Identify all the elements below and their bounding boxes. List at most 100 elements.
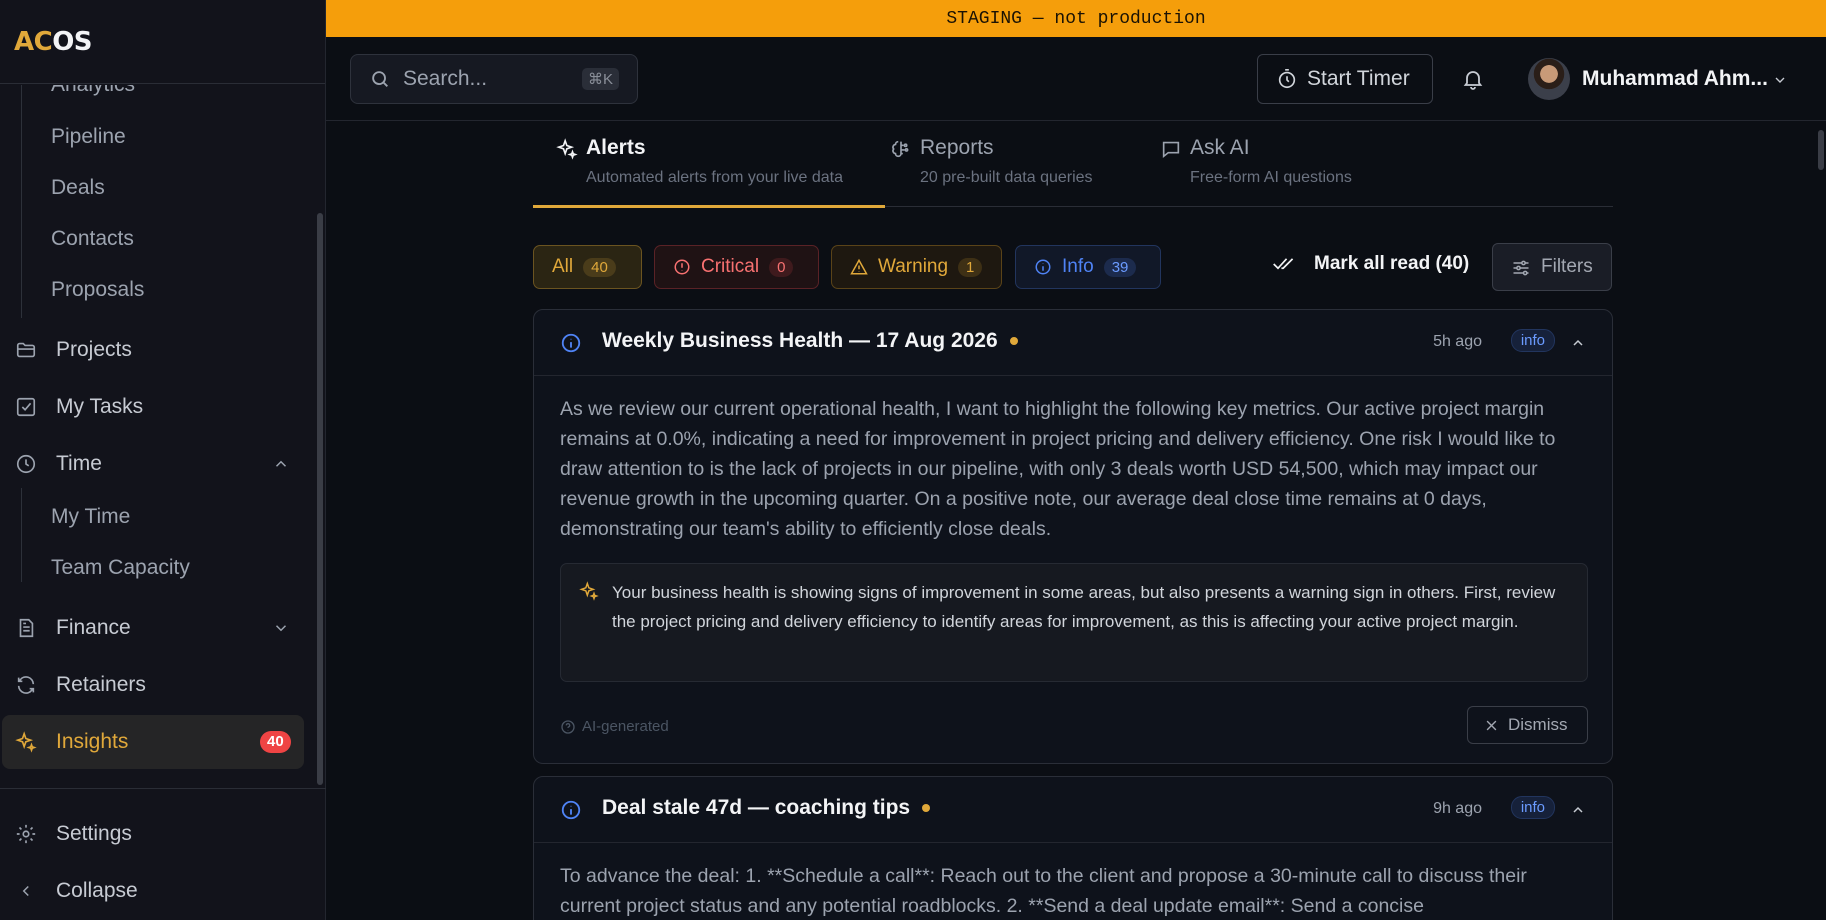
alert-title-text: Deal stale 47d — coaching tips bbox=[602, 796, 911, 819]
sparkle-icon bbox=[556, 138, 578, 160]
unread-dot bbox=[1009, 337, 1018, 346]
tab-title: Reports bbox=[920, 136, 994, 159]
filter-info-chip[interactable]: Info 39 bbox=[1015, 245, 1161, 289]
info-icon bbox=[1034, 258, 1052, 276]
staging-banner: STAGING — not production bbox=[326, 0, 1826, 37]
sidebar-item-insights[interactable]: Insights 40 bbox=[2, 715, 304, 769]
alert-circle-icon bbox=[673, 258, 691, 276]
chip-label: Critical bbox=[701, 256, 760, 277]
sidebar-footer: Settings Collapse bbox=[0, 788, 326, 920]
tab-reports[interactable]: Reports 20 pre-built data queries bbox=[867, 121, 1137, 207]
close-icon bbox=[1486, 720, 1497, 731]
chip-count: 0 bbox=[769, 257, 794, 277]
start-timer-button[interactable]: Start Timer bbox=[1257, 54, 1433, 104]
alert-time-ago: 9h ago bbox=[1433, 800, 1482, 817]
sidebar-item-label: Settings bbox=[56, 822, 132, 845]
chat-icon bbox=[1162, 141, 1180, 159]
sidebar-item-label: Collapse bbox=[56, 879, 138, 902]
tab-subtitle: Free-form AI questions bbox=[1190, 169, 1352, 186]
sidebar-item-time[interactable]: Time bbox=[0, 442, 316, 486]
ai-generated-label: AI-generated bbox=[582, 718, 669, 735]
tab-ask-ai[interactable]: Ask AI Free-form AI questions bbox=[1137, 121, 1397, 207]
collapse-sidebar-button[interactable]: Collapse bbox=[0, 869, 316, 913]
alert-level-badge: info bbox=[1510, 796, 1555, 819]
insights-count-badge: 40 bbox=[260, 731, 291, 753]
alert-body: As we review our current operational hea… bbox=[560, 398, 1556, 540]
alert-card-header[interactable]: Weekly Business Health — 17 Aug 2026 5h … bbox=[534, 310, 1612, 376]
alert-card: Weekly Business Health — 17 Aug 2026 5h … bbox=[533, 309, 1613, 764]
top-header: Search... ⌘K Start Timer Muhammad Ahm... bbox=[326, 37, 1826, 121]
app-logo[interactable]: AC OS bbox=[0, 0, 325, 84]
alert-card: Deal stale 47d — coaching tips 9h ago in… bbox=[533, 776, 1613, 920]
refresh-icon bbox=[14, 673, 38, 697]
dismiss-button[interactable]: Dismiss bbox=[1467, 706, 1588, 744]
sidebar-item-label: Retainers bbox=[56, 673, 146, 696]
search-icon bbox=[372, 71, 388, 87]
sidebar-subitem-deals[interactable]: Deals bbox=[51, 173, 105, 203]
alert-title-text: Weekly Business Health — 17 Aug 2026 bbox=[602, 329, 998, 352]
chevron-up-icon[interactable] bbox=[1570, 335, 1586, 351]
chip-label: Info bbox=[1062, 256, 1094, 277]
sidebar-subitem-analytics[interactable]: Analytics bbox=[51, 85, 135, 100]
document-icon bbox=[14, 616, 38, 640]
help-circle-icon bbox=[560, 719, 576, 735]
sparkle-icon bbox=[579, 581, 599, 601]
sidebar-subitem-pipeline[interactable]: Pipeline bbox=[51, 122, 126, 152]
alert-title: Deal stale 47d — coaching tips bbox=[602, 796, 931, 820]
sidebar-item-retainers[interactable]: Retainers bbox=[0, 663, 316, 707]
filter-all-chip[interactable]: All 40 bbox=[533, 245, 642, 289]
sidebar-item-finance[interactable]: Finance bbox=[0, 606, 316, 650]
info-icon bbox=[561, 800, 581, 820]
sidebar-item-label: Finance bbox=[56, 616, 131, 639]
alert-body: To advance the deal: 1. **Schedule a cal… bbox=[560, 865, 1527, 917]
avatar[interactable] bbox=[1528, 58, 1570, 100]
sidebar-item-label: Projects bbox=[56, 338, 132, 361]
user-name[interactable]: Muhammad Ahm... bbox=[1582, 67, 1768, 91]
submenu-guide-line bbox=[21, 488, 22, 582]
sidebar-item-projects[interactable]: Projects bbox=[0, 328, 316, 372]
mark-all-read-button[interactable]: Mark all read (40) bbox=[1272, 253, 1469, 275]
tab-subtitle: Automated alerts from your live data bbox=[586, 169, 844, 186]
chevron-down-icon[interactable] bbox=[1772, 72, 1788, 88]
sidebar-item-label: Insights bbox=[56, 730, 129, 753]
search-placeholder: Search... bbox=[403, 67, 488, 90]
chip-count: 40 bbox=[583, 257, 616, 277]
tab-alerts[interactable]: Alerts Automated alerts from your live d… bbox=[533, 121, 885, 208]
active-tab-indicator bbox=[533, 205, 885, 208]
sidebar-scrollbar-thumb[interactable] bbox=[317, 213, 323, 785]
ai-summary-box: Your business health is showing signs of… bbox=[560, 563, 1588, 682]
checkbox-icon bbox=[14, 395, 38, 419]
mark-all-read-label: Mark all read (40) bbox=[1314, 253, 1470, 274]
sidebar-item-label: My Tasks bbox=[56, 395, 144, 418]
notifications-bell-icon[interactable] bbox=[1461, 67, 1485, 91]
ai-generated-note: AI-generated bbox=[560, 718, 669, 735]
alert-level-badge: info bbox=[1510, 329, 1555, 352]
insights-tabs: Alerts Automated alerts from your live d… bbox=[533, 121, 1613, 208]
sidebar-subitem-my-time[interactable]: My Time bbox=[51, 502, 130, 532]
sidebar-subitem-proposals[interactable]: Proposals bbox=[51, 275, 144, 305]
search-input[interactable]: Search... ⌘K bbox=[350, 54, 638, 104]
alert-card-header[interactable]: Deal stale 47d — coaching tips 9h ago in… bbox=[534, 777, 1612, 843]
sidebar-item-my-tasks[interactable]: My Tasks bbox=[0, 385, 316, 429]
chevron-down-icon[interactable] bbox=[272, 619, 290, 637]
sidebar-subitem-team-capacity[interactable]: Team Capacity bbox=[51, 553, 190, 583]
sidebar-item-settings[interactable]: Settings bbox=[0, 812, 316, 856]
sidebar: ACOS Analytics Pipeline Deals Contacts P… bbox=[0, 0, 326, 920]
page-scrollbar-thumb[interactable] bbox=[1818, 130, 1824, 170]
chevron-left-icon bbox=[14, 879, 38, 903]
warning-triangle-icon bbox=[850, 258, 868, 276]
chevron-up-icon[interactable] bbox=[1570, 802, 1586, 818]
sidebar-subitem-contacts[interactable]: Contacts bbox=[51, 224, 134, 254]
tab-title: Alerts bbox=[586, 136, 646, 159]
sidebar-scrollbar[interactable] bbox=[316, 85, 324, 787]
tab-title: Ask AI bbox=[1190, 136, 1250, 159]
filters-button[interactable]: Filters bbox=[1492, 243, 1612, 291]
sliders-icon bbox=[1513, 260, 1529, 276]
filter-warning-chip[interactable]: Warning 1 bbox=[831, 245, 1002, 289]
filters-label: Filters bbox=[1541, 256, 1593, 277]
double-check-icon bbox=[1272, 254, 1296, 274]
filter-critical-chip[interactable]: Critical 0 bbox=[654, 245, 819, 289]
unread-dot bbox=[922, 804, 931, 813]
chevron-up-icon[interactable] bbox=[272, 455, 290, 473]
chip-count: 39 bbox=[1103, 257, 1137, 277]
